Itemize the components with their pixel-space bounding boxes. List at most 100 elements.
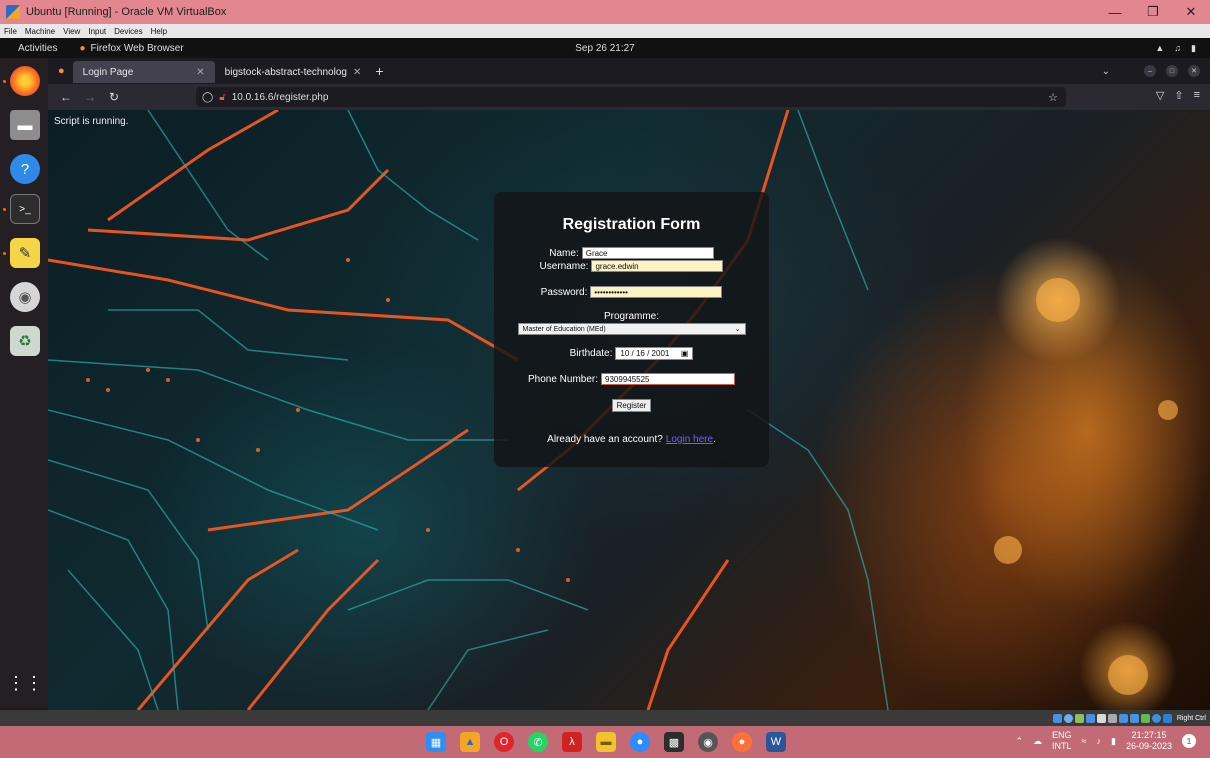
list-tabs-icon[interactable]: ⌄ (1102, 66, 1110, 77)
firefox-taskbar-icon[interactable]: ● (732, 732, 752, 752)
username-label: Username: (539, 260, 589, 272)
system-tray[interactable]: ▲ ♫ ▮ (1155, 43, 1196, 54)
tab-close-icon[interactable]: ✕ (353, 67, 361, 78)
menu-input[interactable]: Input (88, 27, 106, 36)
battery-icon: ▮ (1191, 42, 1196, 53)
terminal-icon[interactable]: >_ (10, 194, 40, 224)
app-menu-label: Firefox Web Browser (90, 42, 184, 54)
display-icon[interactable] (1118, 713, 1128, 723)
activities-button[interactable]: Activities (18, 43, 57, 54)
help-icon[interactable]: ? (10, 154, 40, 184)
menu-machine[interactable]: Machine (25, 27, 55, 36)
opera-icon[interactable]: O (494, 732, 514, 752)
network-adapter-icon[interactable] (1085, 713, 1095, 723)
cloud-icon[interactable]: ☁ (1033, 736, 1042, 747)
firefox-icon[interactable] (10, 66, 40, 96)
wifi-icon[interactable]: ≈ (1082, 736, 1087, 746)
language-indicator[interactable]: ENG INTL (1052, 730, 1072, 752)
name-label: Name: (549, 247, 579, 259)
ubuntu-top-bar: Activities ● Firefox Web Browser Sep 26 … (0, 38, 1210, 58)
pdf-reader-icon[interactable]: λ (562, 732, 582, 752)
windows-start-icon[interactable]: ▦ (426, 732, 446, 752)
account-text: Already have an account? (547, 434, 663, 445)
shared-folders-icon[interactable] (1107, 713, 1117, 723)
audio-icon[interactable] (1074, 713, 1084, 723)
usb-icon[interactable] (1096, 713, 1106, 723)
programme-select[interactable]: Master of Education (MEd) ⌄ (517, 323, 746, 335)
date-time[interactable]: 21:27:15 26-09-2023 (1126, 730, 1172, 752)
reload-button[interactable]: ↻ (102, 90, 126, 104)
registration-form: Registration Form Name: Username: Passwo… (494, 192, 769, 467)
app-menu[interactable]: ● Firefox Web Browser (79, 43, 183, 54)
guest-additions-icon[interactable] (1140, 713, 1150, 723)
share-icon[interactable]: ⇧ (1174, 89, 1183, 102)
birthdate-row: Birthdate: 10 / 16 / 2001 ▣ (494, 347, 769, 360)
login-link[interactable]: Login here (666, 434, 713, 445)
tab-label: bigstock-abstract-technolog (224, 66, 347, 78)
package-icon[interactable]: ◉ (698, 732, 718, 752)
speaker-icon[interactable]: ♪ (1097, 736, 1102, 746)
tab-login-page[interactable]: Login Page ✕ (72, 61, 215, 83)
new-tab-button[interactable]: + (375, 63, 383, 79)
username-input[interactable] (591, 260, 724, 272)
minimize-button[interactable]: — (1096, 0, 1134, 24)
insecure-lock-icon[interactable]: 🔓︎ (219, 92, 225, 103)
firefox-view-icon[interactable]: ● (58, 65, 65, 77)
birthdate-input[interactable]: 10 / 16 / 2001 ▣ (615, 347, 694, 360)
text-editor-icon[interactable]: ✎ (10, 238, 40, 268)
menu-file[interactable]: File (4, 27, 17, 36)
forward-button[interactable]: → (78, 90, 102, 104)
window-minimize-button[interactable]: – (1144, 65, 1156, 77)
password-input[interactable] (590, 286, 723, 298)
back-button[interactable]: ← (54, 90, 78, 104)
recording-icon[interactable] (1129, 713, 1139, 723)
battery-tray-icon[interactable]: ▮ (1111, 736, 1116, 747)
menu-devices[interactable]: Devices (114, 27, 142, 36)
register-button[interactable]: Register (611, 399, 652, 412)
tray-date: 26-09-2023 (1125, 741, 1172, 751)
virtualbox-taskbar-icon[interactable]: ▲ (460, 732, 480, 752)
tab-bigstock[interactable]: bigstock-abstract-technolog ✕ (215, 61, 372, 83)
login-prompt-period: . (713, 434, 716, 445)
menu-icon[interactable]: ≡ (1194, 89, 1200, 102)
close-button[interactable]: ✕ (1172, 0, 1210, 24)
birthdate-label: Birthdate: (569, 348, 613, 359)
disc-icon[interactable]: ◉ (10, 282, 40, 312)
pocket-icon[interactable]: ▽ (1156, 89, 1164, 102)
chevron-up-icon[interactable]: ⌃ (1015, 736, 1023, 747)
files-icon[interactable]: ▬ (10, 110, 40, 140)
running-indicator (3, 80, 6, 83)
shield-icon[interactable]: ◯ (202, 92, 213, 103)
notification-badge[interactable]: 1 (1182, 734, 1196, 748)
menu-help[interactable]: Help (151, 27, 167, 36)
menu-view[interactable]: View (63, 27, 80, 36)
virtualbox-menu-bar: File Machine View Input Devices Help (0, 24, 1210, 38)
hard-disk-icon[interactable] (1052, 713, 1062, 723)
word-icon[interactable]: W (766, 732, 786, 752)
phone-input[interactable] (601, 373, 736, 385)
window-maximize-button[interactable]: □ (1166, 65, 1178, 77)
address-bar[interactable]: ◯ 🔓︎ 10.0.16.6/register.php ☆ (196, 87, 1066, 107)
cpu-icon[interactable] (1151, 713, 1161, 723)
whatsapp-icon[interactable]: ✆ (528, 732, 548, 752)
browser-nav-bar: ← → ↻ ◯ 🔓︎ 10.0.16.6/register.php ☆ ▽ ⇧ … (48, 84, 1210, 110)
name-input[interactable] (581, 247, 714, 259)
language-bottom: INTL (1052, 741, 1072, 751)
maximize-button[interactable]: ❐ (1134, 0, 1172, 24)
tab-close-icon[interactable]: ✕ (196, 67, 204, 78)
chevron-down-icon: ⌄ (734, 326, 741, 333)
firefox-small-icon: ● (79, 42, 86, 54)
trash-icon[interactable]: ♻ (10, 326, 40, 356)
app-grid-icon[interactable]: ⋮⋮ (7, 668, 43, 698)
page-content: Script is running. Registration Form Nam… (48, 110, 1210, 710)
window-close-button[interactable]: ✕ (1188, 65, 1200, 77)
mouse-integration-icon[interactable] (1162, 713, 1172, 723)
bookmark-star-icon[interactable]: ☆ (1048, 91, 1058, 104)
file-explorer-icon[interactable]: ▬ (596, 732, 616, 752)
script-running-notice: Script is running. (54, 116, 129, 127)
zoom-icon[interactable]: ● (630, 732, 650, 752)
optical-drive-icon[interactable] (1063, 713, 1073, 723)
username-row: Username: (494, 260, 769, 272)
calendar-icon[interactable]: ▣ (681, 349, 689, 358)
terminal-taskbar-icon[interactable]: ▩ (664, 732, 684, 752)
